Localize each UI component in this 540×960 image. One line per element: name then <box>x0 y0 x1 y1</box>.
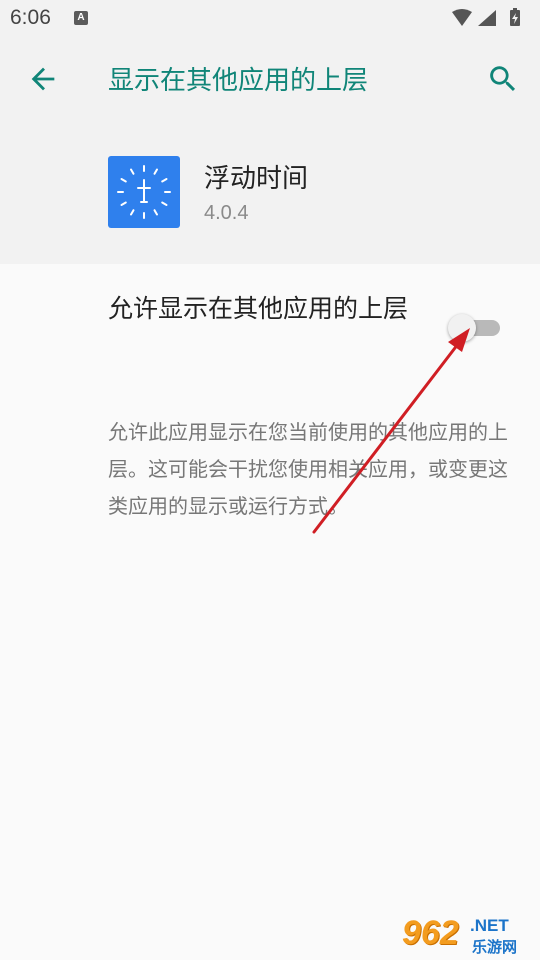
signal-icon <box>478 10 496 26</box>
overlay-permission-toggle[interactable] <box>448 314 502 342</box>
status-time: 6:06 <box>10 6 51 29</box>
toggle-thumb <box>448 314 476 342</box>
watermark-logo: 962 .NET 乐游网 <box>402 912 536 958</box>
setting-label: 允许显示在其他应用的上层 <box>108 294 409 323</box>
wifi-icon <box>452 9 472 26</box>
overlay-permission-row[interactable]: 允许显示在其他应用的上层 <box>0 264 540 376</box>
search-icon[interactable] <box>486 62 520 96</box>
page-title: 显示在其他应用的上层 <box>108 66 369 96</box>
watermark-number: 962 <box>402 914 459 952</box>
notification-badge-icon: A <box>74 11 88 25</box>
app-name: 浮动时间 <box>204 164 309 194</box>
app-header: 显示在其他应用的上层 浮动时间 4.0.4 <box>0 36 540 264</box>
back-arrow-icon[interactable] <box>26 62 60 96</box>
app-version: 4.0.4 <box>204 202 249 224</box>
status-icons <box>452 8 520 26</box>
app-icon <box>108 156 180 228</box>
watermark-chinese: 乐游网 <box>472 938 518 956</box>
clock-icon <box>117 165 171 219</box>
battery-charging-icon <box>510 8 520 26</box>
setting-description: 允许此应用显示在您当前使用的其他应用的上层。这可能会干扰您使用相关应用，或变更这… <box>108 420 508 518</box>
watermark-domain: .NET <box>470 916 509 935</box>
status-bar: 6:06 A <box>0 0 540 36</box>
